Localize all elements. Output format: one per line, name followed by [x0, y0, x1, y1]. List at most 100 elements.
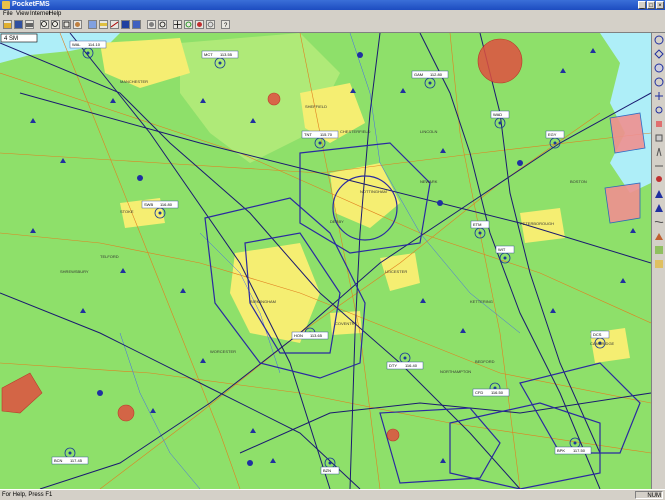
help-button[interactable]: ?	[221, 20, 230, 29]
info-button[interactable]	[206, 20, 215, 29]
svg-text:GAM: GAM	[414, 72, 423, 77]
app-icon	[2, 1, 10, 9]
center-button[interactable]	[173, 20, 182, 29]
print-button[interactable]	[25, 20, 34, 29]
svg-text:STOKE: STOKE	[120, 209, 134, 214]
svg-text:PETERBOROUGH: PETERBOROUGH	[520, 221, 554, 226]
measure-button[interactable]	[99, 20, 108, 29]
svg-text:BIRMINGHAM: BIRMINGHAM	[250, 299, 276, 304]
help-icon: ?	[224, 23, 228, 28]
layer-button-6[interactable]	[654, 105, 664, 115]
settings-button[interactable]	[147, 20, 156, 29]
printer-icon	[26, 23, 33, 27]
restricted-area-2[interactable]	[604, 182, 641, 224]
layer-button-7[interactable]	[654, 119, 664, 129]
svg-text:KETTERING: KETTERING	[470, 299, 493, 304]
danger-area-4[interactable]	[117, 404, 135, 422]
aeronautical-chart[interactable]: 4 SM WAL 114.10 MCT 113.55 GAM 112.80 TN…	[0, 33, 651, 489]
crosshair-icon	[174, 21, 181, 28]
layer-button-11[interactable]	[654, 175, 664, 185]
layer-button-16[interactable]	[654, 245, 664, 255]
airport-icon	[655, 190, 663, 198]
svg-text:115.70: 115.70	[320, 132, 333, 137]
svg-text:116.80: 116.80	[160, 202, 173, 207]
layer-button-17[interactable]	[654, 259, 664, 269]
svg-text:WIT: WIT	[498, 247, 506, 252]
svg-text:SHEFFIELD: SHEFFIELD	[305, 104, 327, 109]
save-button[interactable]	[14, 20, 23, 29]
airspace-icon	[122, 21, 129, 28]
close-button[interactable]: ×	[656, 1, 664, 9]
svg-text:DTY: DTY	[389, 363, 397, 368]
pan-button[interactable]	[73, 20, 82, 29]
svg-text:NEWARK: NEWARK	[420, 179, 438, 184]
svg-text:HON: HON	[294, 333, 303, 338]
layer-button-14[interactable]	[654, 217, 664, 227]
zoom-in-icon	[41, 21, 47, 27]
layer-button-15[interactable]	[654, 231, 664, 241]
svg-text:114.10: 114.10	[88, 42, 101, 47]
weather-icon	[133, 21, 140, 28]
maximize-button[interactable]: □	[647, 1, 655, 9]
grid-icon	[89, 21, 96, 28]
menu-internet[interactable]: Internet	[30, 10, 50, 18]
map-canvas[interactable]: 4 SM WAL 114.10 MCT 113.55 GAM 112.80 TN…	[0, 33, 651, 489]
zoom-out-icon	[52, 21, 58, 27]
layer-button-4[interactable]	[654, 77, 664, 87]
layer-button-12[interactable]	[654, 189, 664, 199]
layer-button-2[interactable]	[654, 49, 664, 59]
svg-text:NORTHAMPTON: NORTHAMPTON	[440, 369, 471, 374]
danger-area-2[interactable]	[267, 92, 281, 106]
route-icon	[111, 21, 118, 28]
svg-text:BPK: BPK	[557, 448, 565, 453]
layer-button-13[interactable]	[654, 203, 664, 213]
refresh-button[interactable]	[184, 20, 193, 29]
layer-button-1[interactable]	[654, 35, 664, 45]
zoom-out-button[interactable]	[51, 20, 60, 29]
svg-text:LEICESTER: LEICESTER	[385, 269, 407, 274]
fit-button[interactable]	[62, 20, 71, 29]
chart-icon	[655, 246, 663, 254]
open-button[interactable]	[3, 20, 12, 29]
svg-text:WAD: WAD	[493, 112, 502, 117]
layer-button-3[interactable]	[654, 63, 664, 73]
zoom-in-button[interactable]	[40, 20, 49, 29]
layer-button-10[interactable]	[654, 161, 664, 171]
svg-text:MCT: MCT	[204, 52, 213, 57]
status-num-indicator: NUM	[635, 491, 663, 499]
target-button[interactable]	[195, 20, 204, 29]
grid-button[interactable]	[88, 20, 97, 29]
fit-icon	[63, 21, 70, 28]
svg-text:WORCESTER: WORCESTER	[210, 349, 236, 354]
restricted-area-1[interactable]	[609, 112, 646, 154]
layer-button-9[interactable]	[654, 147, 664, 157]
obstacle-icon	[656, 121, 662, 127]
map-icon	[655, 260, 663, 268]
menu-bar: File View Internet Help	[0, 10, 665, 18]
menu-view[interactable]: View	[16, 10, 29, 18]
minimize-button[interactable]: _	[638, 1, 646, 9]
status-bar: For Help, Press F1 NUM	[0, 489, 665, 500]
map-side-toolbar	[651, 33, 665, 489]
airspace-button[interactable]	[121, 20, 130, 29]
title-bar: PocketFMS _ □ ×	[0, 0, 665, 10]
svg-text:TELFORD: TELFORD	[100, 254, 119, 259]
compass-button[interactable]	[158, 20, 167, 29]
weather-button[interactable]	[132, 20, 141, 29]
danger-area-5[interactable]	[386, 428, 400, 442]
layer-button-8[interactable]	[654, 133, 664, 143]
menu-file[interactable]: File	[3, 10, 13, 18]
svg-text:BCN: BCN	[54, 458, 63, 463]
triangle-icon	[655, 204, 663, 212]
svg-text:116.40: 116.40	[405, 363, 418, 368]
info-icon	[207, 21, 214, 28]
route-button[interactable]	[110, 20, 119, 29]
danger-area-1[interactable]	[477, 38, 523, 84]
refresh-icon	[185, 21, 192, 28]
target-icon	[197, 22, 202, 27]
layer-button-5[interactable]	[654, 91, 664, 101]
scale-label: 4 SM	[4, 36, 18, 42]
svg-text:CHESTERFIELD: CHESTERFIELD	[340, 129, 371, 134]
menu-help[interactable]: Help	[49, 10, 61, 18]
svg-text:NOTTINGHAM: NOTTINGHAM	[360, 189, 387, 194]
